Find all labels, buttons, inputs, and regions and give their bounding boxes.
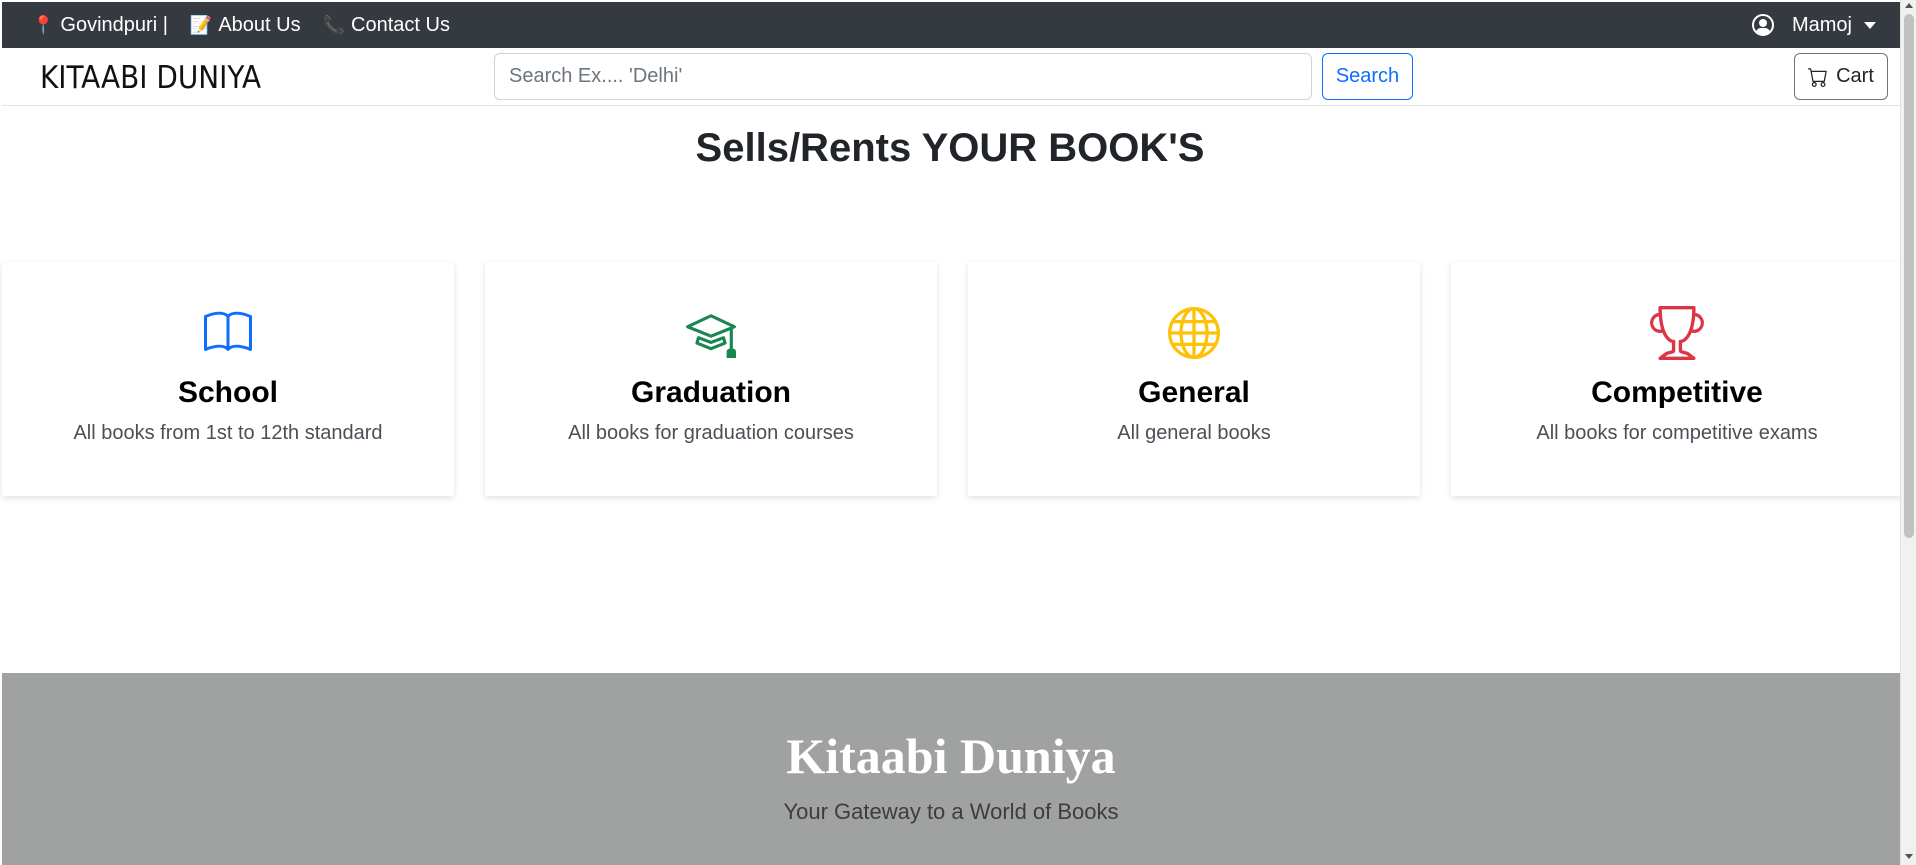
cart-icon [1808,67,1827,87]
location-link[interactable]: 📍 Govindpuri | [32,14,168,37]
top-navbar: 📍 Govindpuri | 📝 About Us 📞 Contact Us M… [2,2,1900,48]
phone-icon: 📞 [322,15,346,35]
pushpin-icon: 📍 [32,15,55,35]
caret-down-icon [1864,21,1876,29]
user-circle-icon [1751,14,1774,36]
card-description: All books from 1st to 12th standard [73,422,383,444]
scroll-thumb[interactable] [1904,14,1914,538]
contact-us-link[interactable]: 📞 Contact Us [323,14,450,37]
search-button[interactable]: Search [1322,53,1413,100]
cart-label: Cart [1836,65,1874,87]
page-title: Sells/Rents YOUR BOOK'S [695,126,1205,170]
brand-text: KITAABI DUNIYA [40,60,262,96]
card-competitive[interactable]: Competitive All books for competitive ex… [1451,262,1900,496]
card-title: School [177,376,278,409]
cart-button[interactable]: Cart [1794,53,1888,100]
card-title: General [1138,376,1250,409]
about-us-label: About Us [218,13,301,36]
location-label: Govindpuri | [60,13,168,36]
category-cards: School All books from 1st to 12th standa… [2,262,1900,496]
card-school[interactable]: School All books from 1st to 12th standa… [2,262,454,496]
scroll-up-arrow-icon[interactable] [1905,3,1913,8]
user-name: Mamoj [1791,13,1852,36]
scroll-down-arrow-icon[interactable] [1905,854,1913,859]
main-navbar: KITAABI DUNIYA Search Cart [2,48,1900,106]
card-description: All books for graduation courses [568,422,854,444]
card-description: All general books [1117,422,1271,444]
mortarboard-icon [686,314,736,358]
user-dropdown[interactable]: Mamoj [1751,13,1900,37]
trophy-icon [1650,306,1704,360]
book-icon [204,311,252,351]
top-navbar-left: 📍 Govindpuri | 📝 About Us 📞 Contact Us [2,14,472,37]
search-input[interactable] [494,53,1312,100]
page-viewport: 📍 Govindpuri | 📝 About Us 📞 Contact Us M… [0,0,1900,865]
card-title: Competitive [1591,376,1763,409]
footer-banner: Kitaabi Duniya Your Gateway to a World o… [2,673,1900,865]
card-graduation[interactable]: Graduation All books for graduation cour… [485,262,937,496]
memo-icon: 📝 [189,15,213,35]
vertical-scrollbar[interactable] [1900,0,1916,865]
card-description: All books for competitive exams [1536,422,1818,444]
footer-tagline: Your Gateway to a World of Books [783,799,1119,824]
card-title: Graduation [630,376,791,409]
footer-title: Kitaabi Duniya [786,728,1116,784]
card-general[interactable]: General All general books [968,262,1420,496]
about-us-link[interactable]: 📝 About Us [190,14,301,37]
brand-logo[interactable]: KITAABI DUNIYA [40,60,261,96]
globe-icon [1168,307,1220,359]
contact-us-label: Contact Us [351,13,450,36]
